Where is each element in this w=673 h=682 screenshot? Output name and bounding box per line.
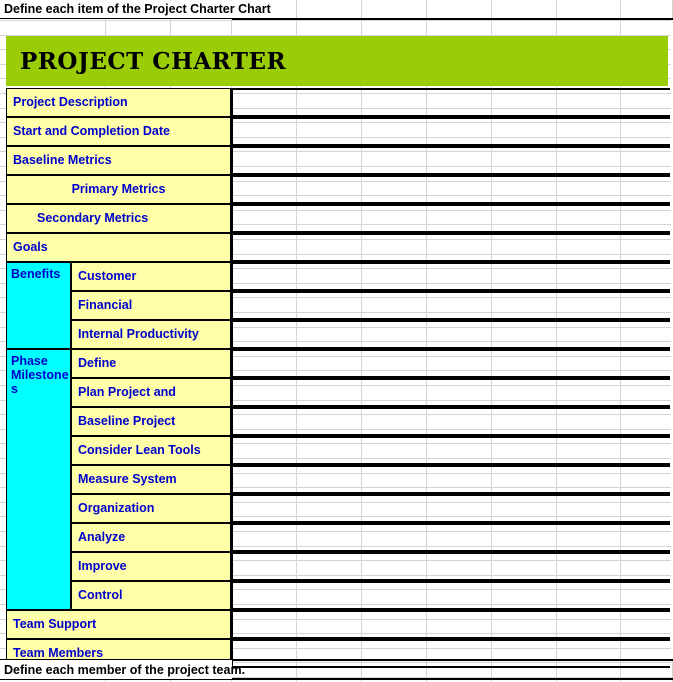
charter-row-label: Financial (71, 290, 231, 320)
charter-row-label: Secondary Metrics (6, 203, 231, 233)
top-caption-rule (232, 18, 673, 20)
charter-row-label-text: Analyze (78, 530, 126, 544)
charter-value-cell[interactable] (231, 145, 670, 175)
bottom-caption-rule-bottom (232, 678, 673, 680)
charter-row-label-text: Goals (13, 240, 48, 254)
charter-row-label: Analyze (71, 522, 231, 552)
charter-value-cell[interactable] (231, 203, 670, 233)
top-caption: Define each item of the Project Charter … (0, 1, 271, 19)
charter-value-cell[interactable] (231, 435, 670, 465)
charter-row-label: Define (71, 348, 231, 378)
charter-row-label: Consider Lean Tools (71, 435, 231, 465)
charter-row-label-text: Financial (78, 298, 133, 312)
charter-row-label-text: Primary Metrics (71, 182, 166, 196)
charter-row-label-text: Consider Lean Tools (78, 443, 201, 457)
charter-group-label: Phase Milestones (6, 348, 71, 610)
charter-value-cell[interactable] (231, 290, 670, 320)
charter-row-label: Goals (6, 232, 231, 262)
charter-row-label-text: Customer (78, 269, 137, 283)
charter-row-label-text: Plan Project and (78, 385, 176, 399)
charter-row-label-text: Secondary Metrics (37, 211, 149, 225)
charter-value-cell[interactable] (231, 638, 670, 668)
project-charter-worksheet: Define each item of the Project Charter … (0, 0, 673, 682)
charter-value-cell[interactable] (231, 174, 670, 204)
charter-value-cell[interactable] (231, 522, 670, 552)
charter-row-label: Customer (71, 261, 231, 291)
charter-row-label-text: Baseline Metrics (13, 153, 112, 167)
charter-row-label: Baseline Project (71, 406, 231, 436)
charter-row-label: Measure System (71, 464, 231, 494)
banner-title: PROJECT CHARTER (20, 47, 287, 75)
charter-row-label: Baseline Metrics (6, 145, 231, 175)
charter-value-cell[interactable] (231, 116, 670, 146)
charter-row-label-text: Internal Productivity (78, 327, 199, 341)
charter-value-cell[interactable] (231, 261, 670, 291)
charter-value-cell[interactable] (231, 87, 670, 117)
charter-value-cell[interactable] (231, 232, 670, 262)
charter-group-label: Benefits (6, 261, 71, 349)
charter-row-label: Control (71, 580, 231, 610)
charter-value-cell[interactable] (231, 348, 670, 378)
charter-row-label: Team Support (6, 609, 231, 639)
charter-value-cell[interactable] (231, 377, 670, 407)
charter-row-label-text: Start and Completion Date (13, 124, 170, 138)
charter-row-label-text: Team Members (13, 646, 104, 660)
charter-row-label-text: Improve (78, 559, 127, 573)
charter-row-label: Internal Productivity (71, 319, 231, 349)
bottom-caption-rule-top (232, 659, 673, 661)
charter-value-cell[interactable] (231, 319, 670, 349)
charter-value-cell[interactable] (231, 493, 670, 523)
charter-row-label: Start and Completion Date (6, 116, 231, 146)
charter-row-label-text: Measure System (78, 472, 177, 486)
charter-value-cell[interactable] (231, 464, 670, 494)
bottom-caption: Define each member of the project team. (0, 659, 245, 680)
project-charter-banner: PROJECT CHARTER (6, 36, 668, 86)
charter-value-cell[interactable] (231, 609, 670, 639)
charter-value-cell[interactable] (231, 551, 670, 581)
charter-value-cell[interactable] (231, 580, 670, 610)
charter-row-label-text: Control (78, 588, 123, 602)
charter-row-label: Primary Metrics (6, 174, 231, 204)
charter-row-label-text: Project Description (13, 95, 128, 109)
charter-row-label-text: Organization (78, 501, 155, 515)
charter-row-label: Project Description (6, 87, 231, 117)
charter-row-label: Improve (71, 551, 231, 581)
charter-row-label: Organization (71, 493, 231, 523)
charter-group-label-text: Phase Milestones (11, 353, 69, 396)
charter-row-label-text: Baseline Project (78, 414, 176, 428)
charter-group-label-text: Benefits (11, 266, 61, 281)
charter-row-label: Plan Project and (71, 377, 231, 407)
charter-value-cell[interactable] (231, 406, 670, 436)
charter-row-label-text: Define (78, 356, 117, 370)
charter-row-label-text: Team Support (13, 617, 97, 631)
